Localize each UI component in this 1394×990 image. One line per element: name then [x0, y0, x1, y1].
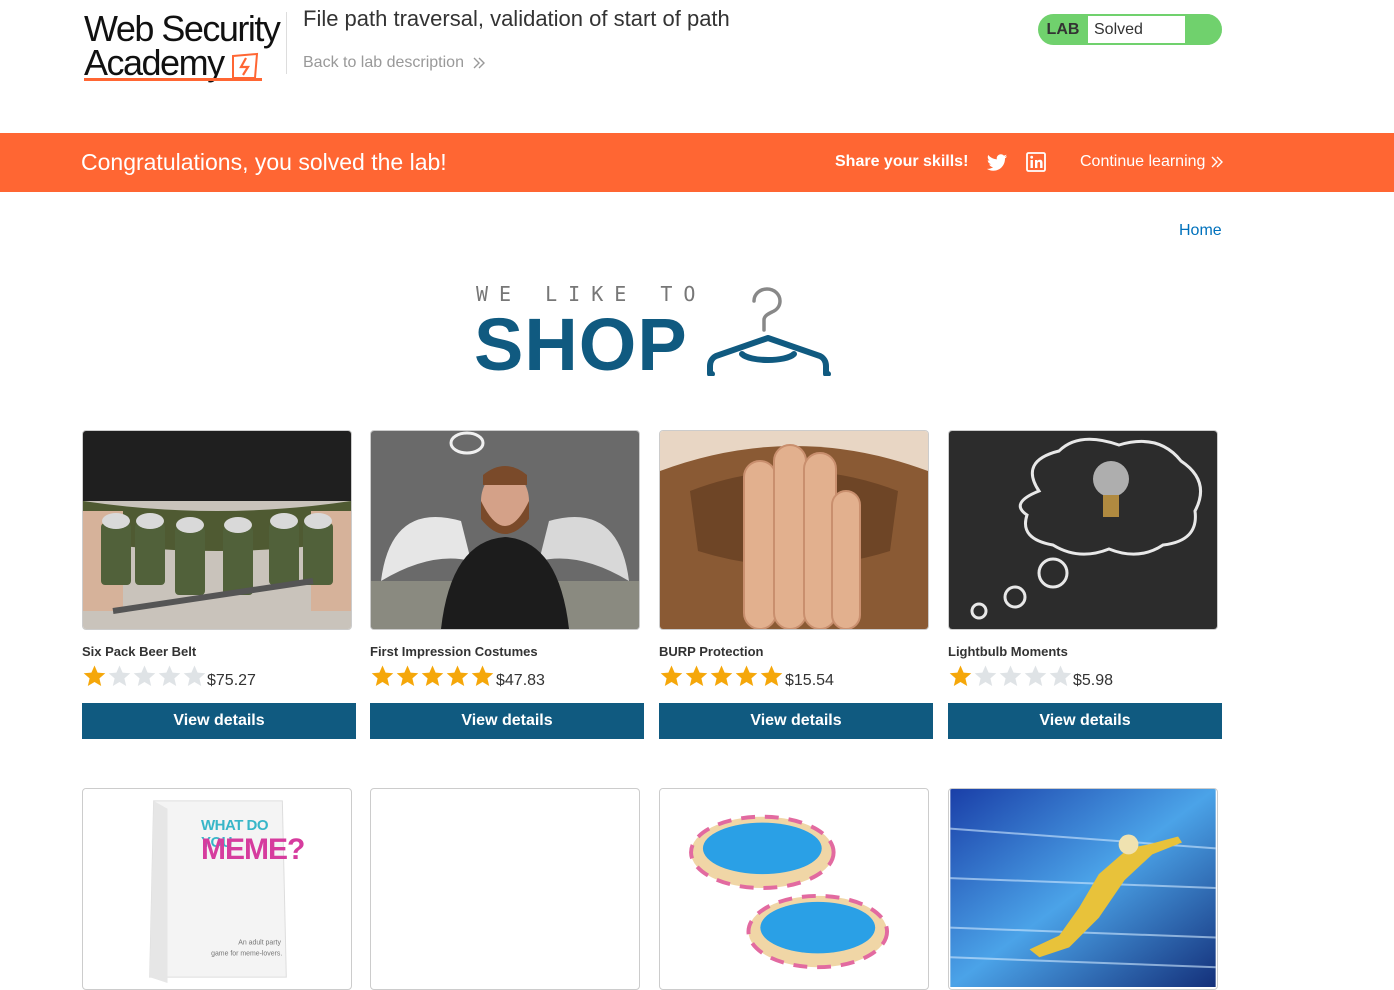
star-empty-icon [1049, 665, 1072, 686]
meme-box-title-main: MEME? [201, 833, 305, 866]
product-price: $15.54 [785, 672, 834, 689]
product-card: An adult party game for meme-lovers. WHA… [82, 788, 356, 990]
star-empty-icon [1024, 665, 1047, 686]
logo-underline [84, 78, 262, 81]
product-card: Six Pack Beer Belt $75.27 View details [82, 430, 356, 740]
product-name: Six Pack Beer Belt [82, 644, 197, 659]
hand-over-mouth-image[interactable] [659, 430, 929, 630]
twitter-icon[interactable] [986, 152, 1008, 174]
star-empty-icon [974, 665, 997, 686]
star-empty-icon [133, 665, 156, 686]
star-filled-icon [685, 665, 708, 686]
clothes-hanger-icon [707, 287, 831, 376]
product-name: BURP Protection [659, 644, 764, 659]
star-empty-icon [999, 665, 1022, 686]
product-name: Lightbulb Moments [948, 644, 1068, 659]
meme-box-caption-line2: game for meme-lovers. [211, 950, 282, 957]
star-filled-icon [421, 665, 444, 686]
lab-status-widget: LAB Solved [1038, 14, 1222, 45]
lab-solved-banner: Congratulations, you solved the lab! Sha… [0, 133, 1394, 192]
lightbulb-chalkboard-image[interactable] [948, 430, 1218, 630]
product-card: First Impression Costumes $47.83 View de… [370, 430, 644, 740]
superhero-flying-image[interactable] [948, 788, 1218, 990]
double-chevron-right-icon [1211, 156, 1224, 168]
star-filled-icon [949, 665, 972, 686]
view-details-button[interactable]: View details [948, 703, 1222, 739]
continue-learning-link[interactable]: Continue learning [1080, 153, 1224, 171]
product-card [948, 788, 1222, 990]
logo-lightning-icon [232, 52, 259, 79]
star-filled-icon [83, 665, 106, 686]
we-like-to-shop-logo: WE LIKE TO SHOP [474, 280, 836, 386]
continue-learning-label: Continue learning [1080, 153, 1206, 170]
star-empty-icon [183, 665, 206, 686]
meme-card-game-image[interactable]: An adult party game for meme-lovers. WHA… [82, 788, 352, 990]
product-rating [948, 664, 1073, 688]
star-empty-icon [158, 665, 181, 686]
nav-home-link[interactable]: Home [1179, 222, 1222, 240]
product-price: $47.83 [496, 672, 545, 689]
angel-costume-image[interactable] [370, 430, 640, 630]
view-details-button[interactable]: View details [659, 703, 933, 739]
lab-title: File path traversal, validation of start… [303, 6, 730, 31]
star-filled-icon [760, 665, 783, 686]
double-chevron-right-icon [473, 57, 485, 69]
star-filled-icon [371, 665, 394, 686]
meme-box-caption-line1: An adult party [238, 939, 281, 946]
beer-belt-image[interactable] [82, 430, 352, 630]
star-empty-icon [108, 665, 131, 686]
star-filled-icon [735, 665, 758, 686]
product-rating [370, 664, 495, 688]
lab-status-badge: LAB [1046, 20, 1080, 38]
star-filled-icon [396, 665, 419, 686]
product-price: $75.27 [207, 672, 256, 689]
product-card: BURP Protection $15.54 View details [659, 430, 933, 740]
header-divider [286, 12, 287, 74]
product-card: Lightbulb Moments $5.98 View details [948, 430, 1222, 740]
product-card [370, 788, 644, 990]
star-filled-icon [446, 665, 469, 686]
shop-logo-title: SHOP [474, 303, 688, 386]
back-link-label: Back to lab description [303, 54, 464, 71]
view-details-button[interactable]: View details [82, 703, 356, 739]
product-card [659, 788, 933, 990]
product-price: $5.98 [1073, 672, 1114, 689]
lab-status-indicator [1185, 14, 1222, 45]
product-name: First Impression Costumes [370, 644, 538, 659]
congratulations-message: Congratulations, you solved the lab! [81, 149, 447, 175]
product-rating [659, 664, 784, 688]
star-filled-icon [471, 665, 494, 686]
logo-text-line2: Academy [84, 42, 225, 83]
linkedin-icon[interactable] [1026, 152, 1046, 172]
star-filled-icon [710, 665, 733, 686]
lab-header: Web Security Academy File path traversal… [0, 0, 1394, 133]
back-to-lab-description-link[interactable]: Back to lab description [303, 54, 486, 72]
paddling-pools-image[interactable] [659, 788, 929, 990]
web-security-academy-logo[interactable]: Web Security Academy [84, 10, 284, 84]
view-details-button[interactable]: View details [370, 703, 644, 739]
share-skills-label: Share your skills! [835, 153, 969, 170]
star-filled-icon [660, 665, 683, 686]
blank-product-image[interactable] [370, 788, 640, 990]
product-rating [82, 664, 207, 688]
